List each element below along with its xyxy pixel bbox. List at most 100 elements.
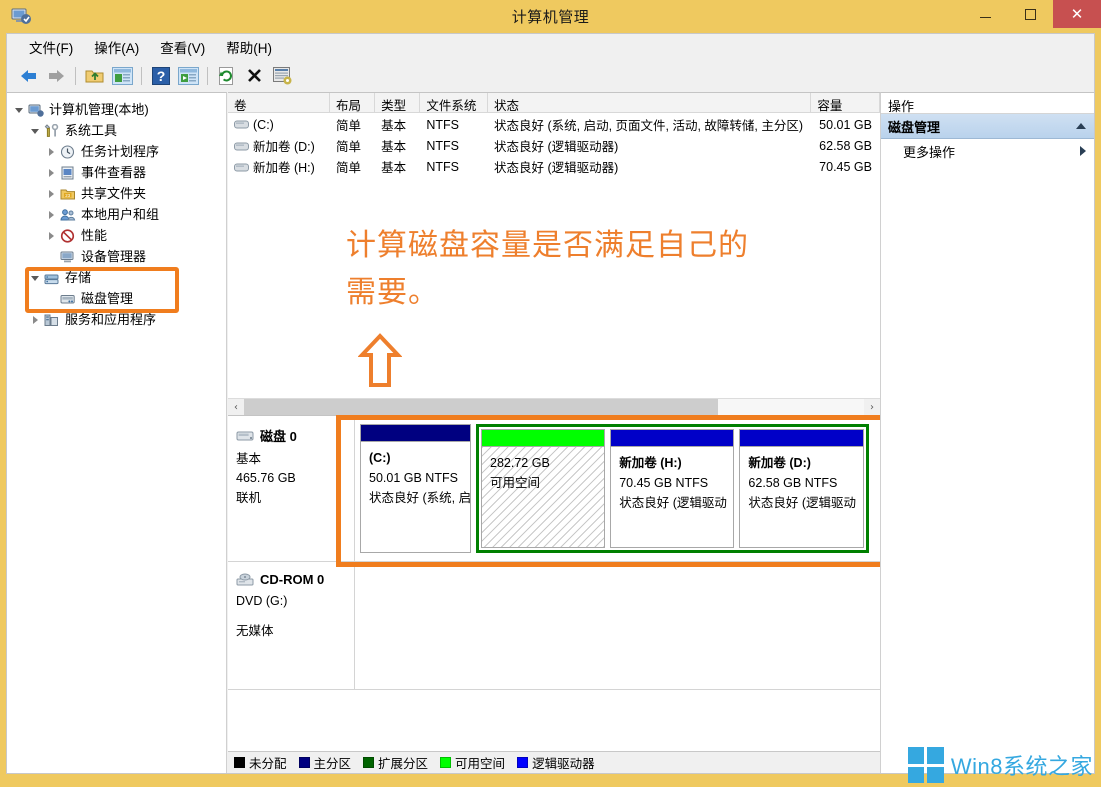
legend-logical-drive: 逻辑驱动器 — [517, 753, 595, 772]
volume-row[interactable]: (C:) 简单 基本 NTFS 状态良好 (系统, 启动, 页面文件, 活动, 故障转储… — [228, 114, 880, 135]
help-button[interactable]: ? — [148, 64, 173, 88]
disk-title-row: CD-ROM 0 — [236, 572, 354, 587]
tree-item-disk-management[interactable]: 磁盘管理 — [11, 288, 226, 309]
disk-info-panel[interactable]: CD-ROM 0 DVD (G:) 无媒体 — [228, 562, 355, 689]
partition-strip — [355, 562, 880, 689]
disk-row: 磁盘 0 基本 465.76 GB 联机 (C:) 50.01 GB NTFS 状态良好 (… — [228, 416, 880, 562]
tree-item-shared-folders[interactable]: 23 共享文件夹 — [11, 183, 226, 204]
chevron-right-icon[interactable] — [43, 231, 59, 240]
col-capacity[interactable]: 容量 — [811, 93, 880, 112]
chevron-right-icon[interactable] — [27, 315, 43, 324]
partition-color-bar — [611, 430, 734, 447]
partition-label: 新加卷 (D:) — [748, 456, 811, 470]
users-icon — [59, 207, 77, 223]
menu-view[interactable]: 查看(V) — [150, 34, 216, 60]
volume-row[interactable]: 新加卷 (H:) 简单 基本 NTFS 状态良好 (逻辑驱动器) 70.45 GB — [228, 156, 880, 177]
actions-group-disk-management[interactable]: 磁盘管理 — [881, 114, 1094, 139]
disk-management-icon — [59, 291, 77, 307]
minimize-button[interactable] — [963, 0, 1008, 28]
tree-item-device-manager[interactable]: 设备管理器 — [11, 246, 226, 267]
refresh-icon — [219, 66, 233, 85]
disk-info-line: 无媒体 — [236, 624, 274, 639]
export-list-button[interactable] — [270, 64, 295, 88]
col-layout[interactable]: 布局 — [330, 93, 376, 112]
partition-free-space[interactable]: 282.72 GB 可用空间 — [481, 429, 606, 548]
chevron-down-icon[interactable] — [11, 106, 27, 113]
disk-info-panel[interactable]: 磁盘 0 基本 465.76 GB 联机 — [228, 416, 355, 561]
col-filesystem[interactable]: 文件系统 — [420, 93, 489, 112]
window-controls: ✕ — [963, 0, 1101, 30]
toolbar-separator-2 — [141, 66, 142, 85]
extended-partition-container: 282.72 GB 可用空间 新加卷 (H:) 70.45 GB NTFS 状态良好 (… — [476, 424, 869, 553]
tree-item-system-tools[interactable]: 系统工具 — [11, 120, 226, 141]
window-frame: 计算机管理 ✕ 文件(F) 操作(A) 查看(V) 帮助(H) ? 计算机管理(… — [0, 0, 1101, 787]
legend-logical-drive-label: 逻辑驱动器 — [532, 757, 595, 771]
tree-item-services-applications-label: 服务和应用程序 — [65, 312, 157, 327]
maximize-button[interactable] — [1008, 0, 1053, 28]
partition-c[interactable]: (C:) 50.01 GB NTFS 状态良好 (系统, 启 — [360, 424, 472, 553]
partition-color-bar — [482, 430, 605, 447]
tree-item-performance[interactable]: 性能 — [11, 225, 226, 246]
tree-item-disk-management-label: 磁盘管理 — [81, 291, 134, 306]
chevron-up-icon[interactable] — [1076, 123, 1086, 129]
menu-file[interactable]: 文件(F) — [19, 34, 84, 60]
legend-free-space-label: 可用空间 — [455, 757, 506, 771]
hscroll-track[interactable] — [244, 399, 864, 415]
show-action-pane-button[interactable] — [176, 64, 201, 88]
volume-cell-capacity: 62.58 GB — [819, 138, 872, 153]
hscroll-left-arrow[interactable]: ‹ — [228, 399, 244, 415]
chevron-down-icon[interactable] — [27, 274, 43, 281]
volume-row[interactable]: 新加卷 (D:) 简单 基本 NTFS 状态良好 (逻辑驱动器) 62.58 GB — [228, 135, 880, 156]
delete-button[interactable] — [242, 64, 267, 88]
back-button[interactable] — [16, 64, 41, 88]
col-volume[interactable]: 卷 — [228, 93, 330, 112]
action-more-actions[interactable]: 更多操作 — [881, 139, 1094, 163]
chevron-right-icon[interactable] — [1080, 146, 1086, 156]
volume-cell-status: 状态良好 (逻辑驱动器) — [494, 161, 619, 175]
partition-d[interactable]: 新加卷 (D:) 62.58 GB NTFS 状态良好 (逻辑驱动 — [739, 429, 864, 548]
menu-help[interactable]: 帮助(H) — [216, 34, 283, 60]
partition-strip: (C:) 50.01 GB NTFS 状态良好 (系统, 启 282.72 GB 可用空… — [355, 416, 880, 561]
close-button[interactable]: ✕ — [1053, 0, 1101, 28]
tree-item-local-users-groups[interactable]: 本地用户和组 — [11, 204, 226, 225]
partition-legend: 未分配 主分区 扩展分区 可用空间 逻辑驱动器 — [228, 751, 880, 773]
tree-item-services-applications[interactable]: 服务和应用程序 — [11, 309, 226, 330]
cdrom-icon — [236, 573, 255, 587]
menu-action[interactable]: 操作(A) — [84, 34, 150, 60]
volume-list-hscrollbar[interactable]: ‹ › — [228, 398, 880, 415]
volume-cell-layout: 简单 — [335, 161, 361, 175]
legend-logical-drive-swatch — [517, 757, 529, 768]
svg-text:?: ? — [156, 68, 165, 84]
col-type[interactable]: 类型 — [375, 93, 421, 112]
col-status[interactable]: 状态 — [488, 93, 812, 112]
chevron-right-icon[interactable] — [43, 210, 59, 219]
tree-item-computer-management[interactable]: 计算机管理(本地) — [11, 99, 226, 120]
volume-name: 新加卷 (D:) — [253, 140, 315, 154]
tree-item-event-viewer[interactable]: 事件查看器 — [11, 162, 226, 183]
refresh-button[interactable] — [214, 64, 239, 88]
hscroll-right-arrow[interactable]: › — [864, 399, 880, 415]
partition-size: 62.58 GB NTFS — [748, 476, 838, 490]
chevron-right-icon[interactable] — [43, 168, 59, 177]
up-folder-button[interactable] — [82, 64, 107, 88]
minimize-icon — [980, 17, 991, 18]
volume-cell-filesystem: NTFS — [426, 159, 459, 174]
partition-status: 状态良好 (逻辑驱动 — [748, 496, 857, 510]
disk-info-line: 联机 — [236, 490, 262, 505]
partition-h[interactable]: 新加卷 (H:) 70.45 GB NTFS 状态良好 (逻辑驱动 — [610, 429, 735, 548]
volume-cell-type: 基本 — [381, 161, 407, 175]
toolbar-separator-1 — [75, 66, 76, 85]
client-area: 文件(F) 操作(A) 查看(V) 帮助(H) ? 计算机管理(本地) 系统工具… — [6, 33, 1095, 774]
show-hide-tree-button[interactable] — [110, 64, 135, 88]
disk-title-row: 磁盘 0 — [236, 426, 354, 445]
legend-extended-partition: 扩展分区 — [363, 753, 428, 772]
forward-button[interactable] — [44, 64, 69, 88]
tree-item-event-viewer-label: 事件查看器 — [81, 165, 147, 180]
hscroll-thumb[interactable] — [244, 399, 719, 415]
disk-info-line: 基本 — [236, 452, 262, 466]
tree-item-storage[interactable]: 存储 — [11, 267, 226, 288]
chevron-down-icon[interactable] — [27, 127, 43, 134]
chevron-right-icon[interactable] — [43, 189, 59, 198]
tree-item-task-scheduler[interactable]: 任务计划程序 — [11, 141, 226, 162]
chevron-right-icon[interactable] — [43, 147, 59, 156]
